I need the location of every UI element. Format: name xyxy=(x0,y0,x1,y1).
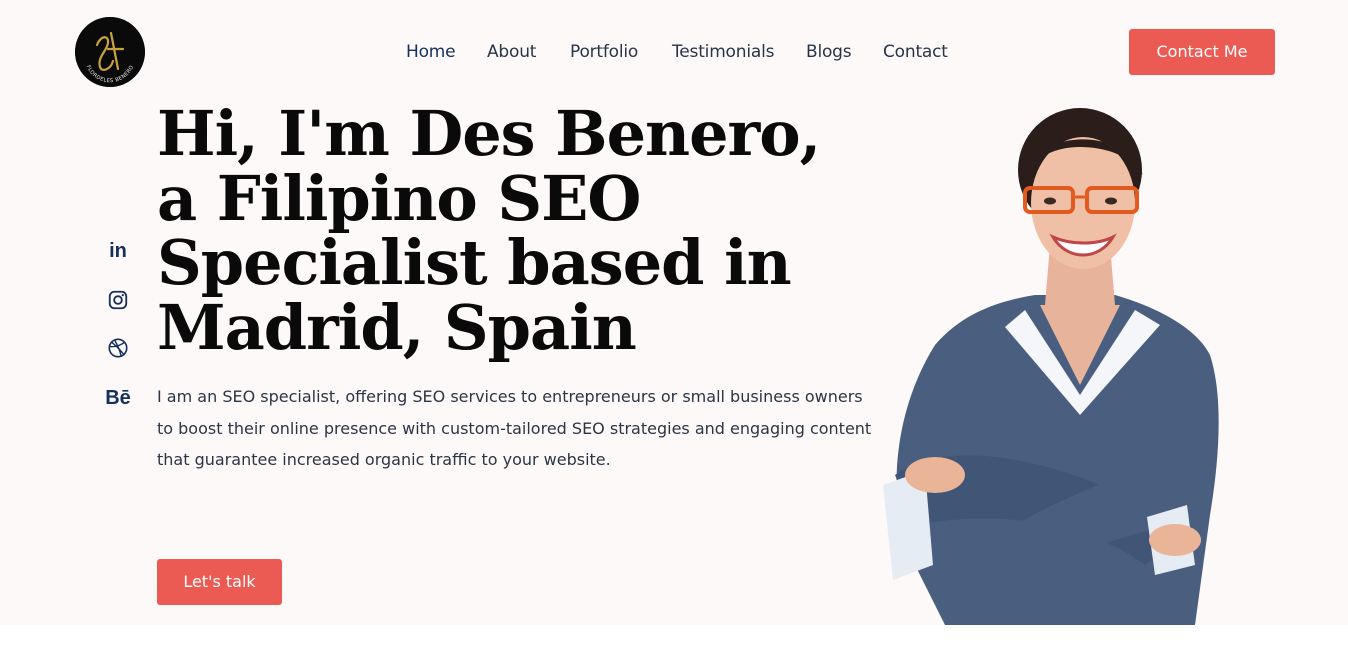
instagram-link[interactable] xyxy=(100,285,136,315)
headline-line: Madrid, Spain xyxy=(157,290,637,364)
headline-line: Specialist based in xyxy=(157,226,792,299)
instagram-icon xyxy=(108,290,128,310)
linkedin-link[interactable]: in xyxy=(100,236,136,266)
linkedin-icon: in xyxy=(109,239,127,262)
dribbble-link[interactable] xyxy=(100,333,136,363)
hero-headline: Hi, I'm Des Benero, a Filipino SEO Speci… xyxy=(157,97,821,364)
headline-line: a Filipino SEO xyxy=(157,161,641,235)
contact-me-button[interactable]: Contact Me xyxy=(1129,29,1275,75)
intro-line: that guarantee increased organic traffic… xyxy=(157,450,611,469)
behance-icon: Bē xyxy=(105,386,131,409)
nav-blogs[interactable]: Blogs xyxy=(806,40,852,64)
intro-line: to boost their online presence with cust… xyxy=(157,418,872,438)
nav-about[interactable]: About xyxy=(487,40,536,64)
hero-section: FLORDELES BENERO Home About Portfolio Te… xyxy=(0,0,1348,625)
headline-line: Hi, I'm Des Benero, xyxy=(157,97,821,170)
nav-home[interactable]: Home xyxy=(406,40,456,64)
lets-talk-button[interactable]: Let's talk xyxy=(157,559,282,605)
behance-link[interactable]: Bē xyxy=(100,383,136,413)
nav-portfolio[interactable]: Portfolio xyxy=(570,40,638,64)
intro-line: I am an SEO specialist, offering SEO ser… xyxy=(157,387,863,406)
profile-photo xyxy=(875,95,1235,625)
dribbble-icon xyxy=(108,338,128,358)
nav-contact[interactable]: Contact xyxy=(883,40,948,64)
nav-testimonials[interactable]: Testimonials xyxy=(672,40,774,64)
hero-intro: I am an SEO specialist, offering SEO ser… xyxy=(157,381,872,476)
